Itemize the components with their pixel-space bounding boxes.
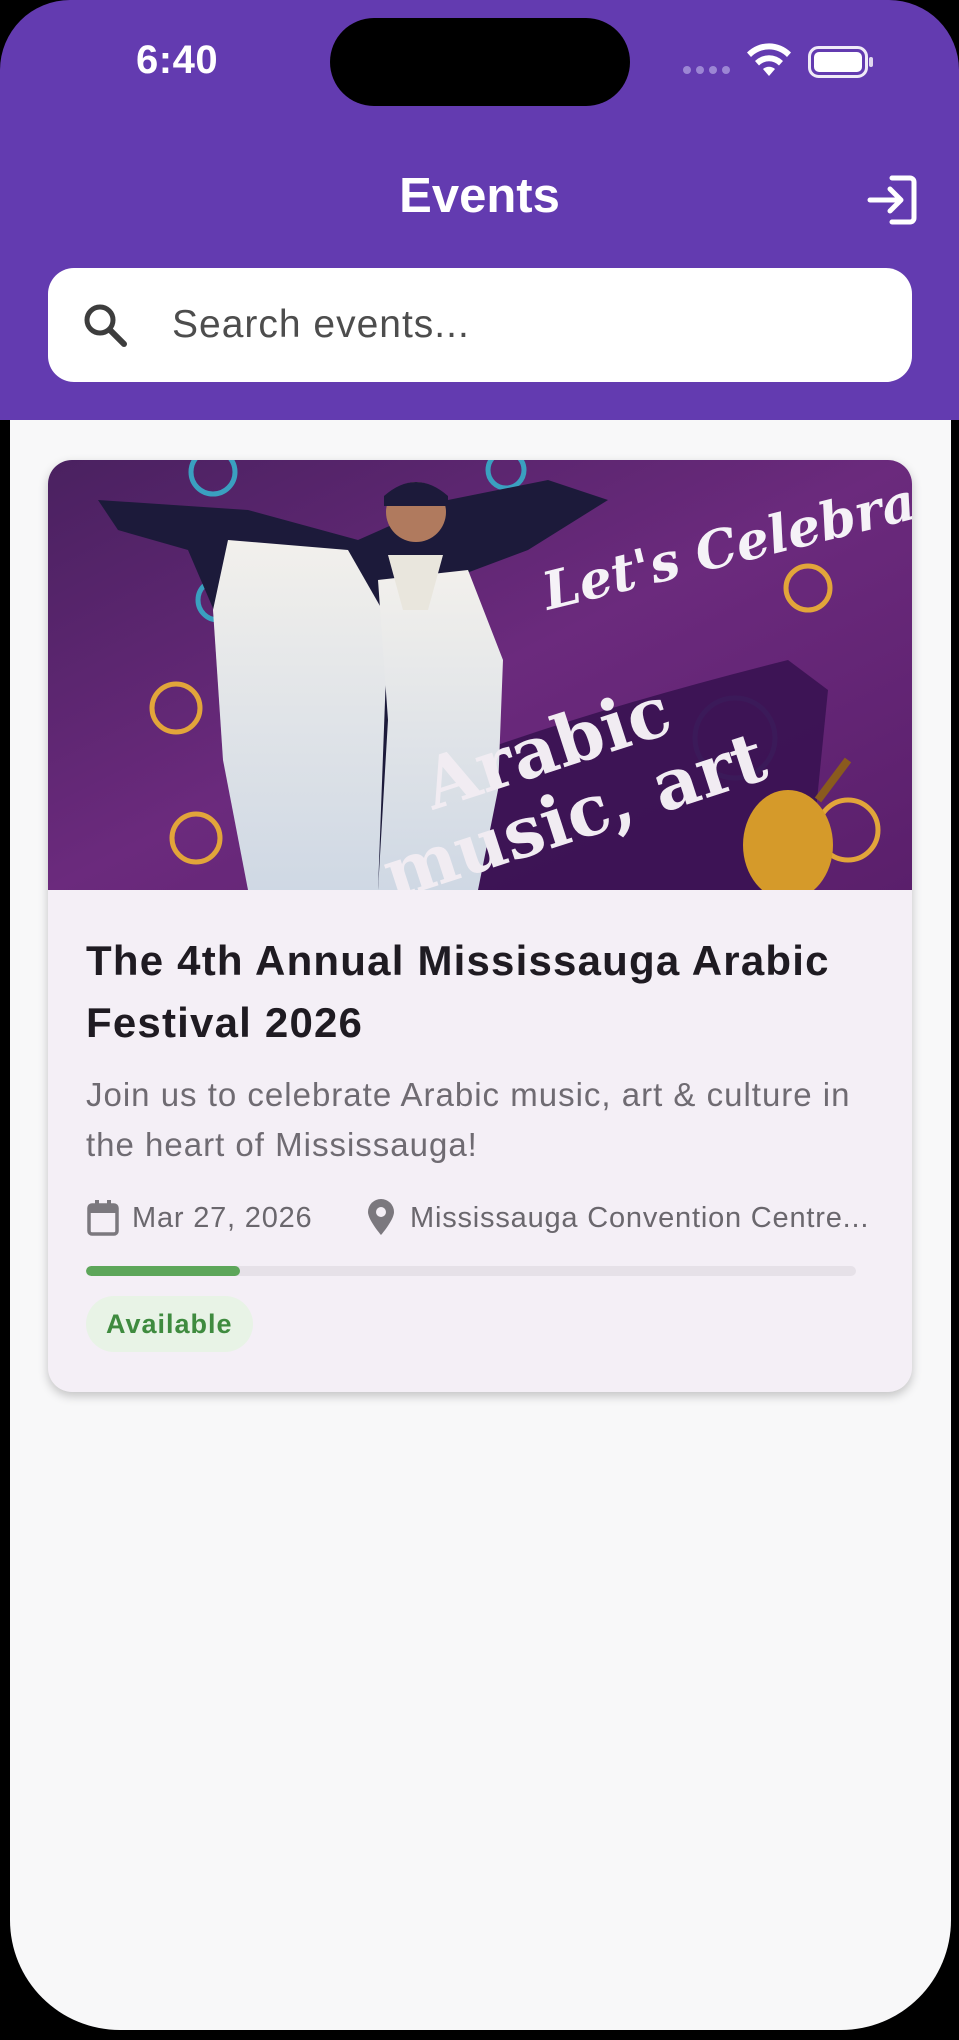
event-description: Join us to celebrate Arabic music, art &… bbox=[86, 1076, 851, 1163]
availability-progress-fill bbox=[86, 1266, 240, 1276]
search-icon bbox=[84, 304, 127, 347]
cellular-signal-icon bbox=[683, 66, 730, 74]
status-time: 6:40 bbox=[136, 38, 219, 82]
event-location: Mississauga Convention Centre... bbox=[364, 1198, 884, 1238]
event-image: Let's Celebrate Arabic music, art bbox=[48, 460, 912, 890]
dynamic-island bbox=[330, 18, 630, 106]
event-location-text: Mississauga Convention Centre... bbox=[410, 1201, 870, 1234]
event-date-text: Mar 27, 2026 bbox=[132, 1201, 313, 1234]
search-input[interactable] bbox=[172, 288, 872, 362]
search-bar[interactable] bbox=[48, 268, 912, 382]
event-card[interactable]: Let's Celebrate Arabic music, art The 4t… bbox=[48, 460, 912, 1392]
calendar-icon bbox=[87, 1200, 119, 1236]
availability-progress bbox=[86, 1266, 856, 1276]
login-icon[interactable] bbox=[864, 172, 920, 228]
location-pin-icon bbox=[368, 1199, 394, 1235]
battery-icon bbox=[808, 46, 873, 78]
page-title: Events bbox=[399, 169, 560, 223]
status-badge: Available bbox=[86, 1296, 253, 1352]
wifi-icon bbox=[747, 43, 791, 76]
event-date: Mar 27, 2026 bbox=[86, 1198, 313, 1238]
event-title: The 4th Annual Mississauga Arabic Festiv… bbox=[86, 937, 830, 1046]
